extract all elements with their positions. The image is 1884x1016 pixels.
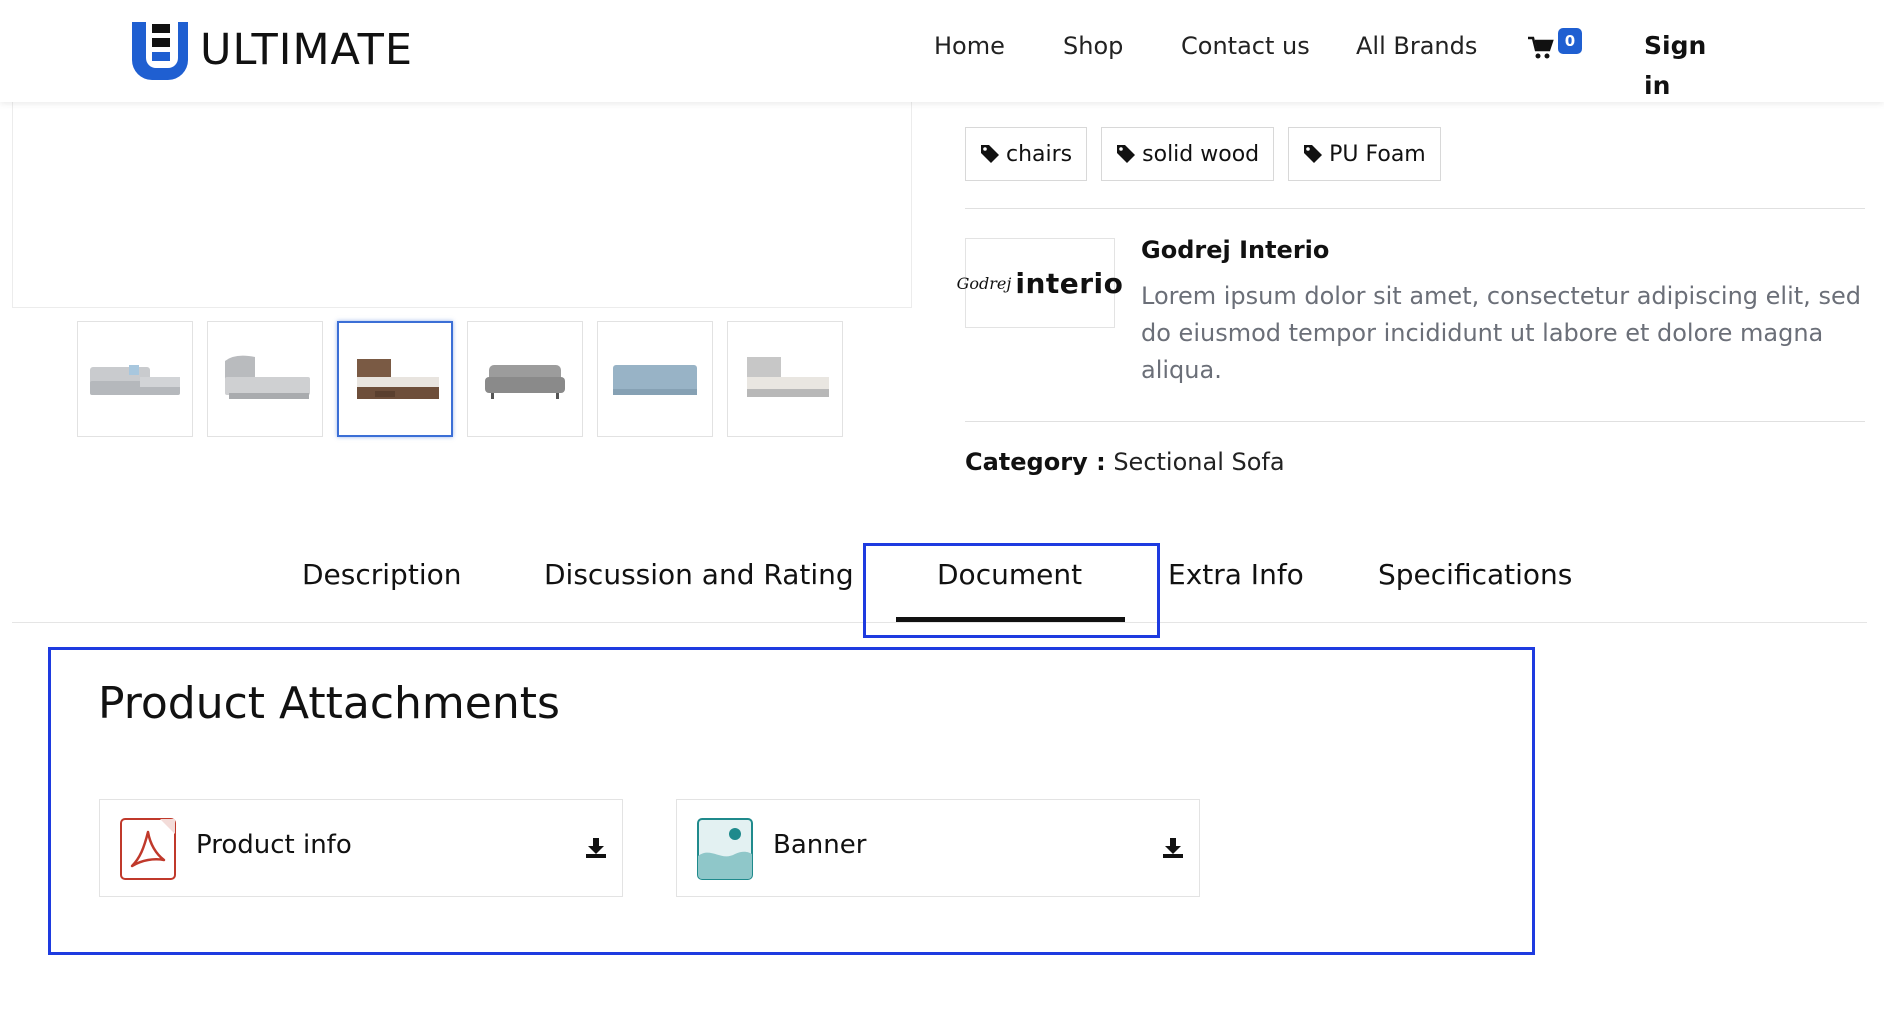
attachment-banner[interactable]: Banner: [676, 799, 1200, 897]
thumbnail-grey-sofa[interactable]: [467, 321, 583, 437]
nav-contact-us[interactable]: Contact us: [1181, 26, 1310, 66]
download-icon[interactable]: [584, 836, 608, 860]
nav-all-brands[interactable]: All Brands: [1356, 26, 1477, 66]
storage-bed-image: [357, 359, 439, 399]
product-category: Category : Sectional Sofa: [965, 448, 1285, 476]
attachments-title: Product Attachments: [98, 678, 560, 729]
sign-in-link[interactable]: Sign in: [1644, 26, 1706, 106]
brand-logo-script: Godrej: [956, 273, 1012, 293]
cart-button[interactable]: 0: [1528, 26, 1588, 66]
logo-icon: [132, 22, 188, 80]
pdf-icon: [120, 818, 176, 880]
download-icon[interactable]: [1161, 836, 1185, 860]
tufted-bed-image: [225, 355, 310, 399]
sectional-sofa-image: [90, 365, 180, 395]
tab-extra-info[interactable]: Extra Info: [1168, 558, 1304, 591]
grey-sofa-image: [485, 365, 565, 399]
tag-chairs[interactable]: chairs: [965, 127, 1088, 181]
brand-description: Lorem ipsum dolor sit amet, consectetur …: [1141, 282, 1861, 384]
thumbnail-tufted-bed[interactable]: [207, 321, 323, 437]
category-label: Category :: [965, 448, 1106, 476]
nav-home[interactable]: Home: [934, 26, 1005, 66]
image-file-icon: [697, 818, 753, 880]
tag-icon: [1304, 145, 1323, 163]
tag-label: PU Foam: [1329, 141, 1426, 167]
brand-name: Godrej Interio: [1141, 236, 1330, 264]
site-logo[interactable]: ULTIMATE: [128, 18, 413, 82]
product-main-image[interactable]: [12, 102, 912, 308]
tab-discussion-and-rating[interactable]: Discussion and Rating: [544, 558, 854, 591]
thumbnail-storage-bed[interactable]: [337, 321, 453, 437]
ottoman-image: [613, 365, 697, 395]
category-value[interactable]: Sectional Sofa: [1113, 448, 1284, 476]
grey-bed-image: [747, 357, 829, 397]
tag-label: chairs: [1006, 141, 1073, 167]
tag-icon: [1117, 145, 1136, 163]
tag-solid-wood[interactable]: solid wood: [1101, 127, 1275, 181]
brand-logo[interactable]: Godrej interio: [957, 238, 1123, 328]
tab-description[interactable]: Description: [302, 558, 461, 591]
active-tab-highlight: [863, 543, 1160, 638]
logo-text: ULTIMATE: [200, 25, 414, 75]
brand-logo-word: interio: [1015, 266, 1124, 300]
site-header: ULTIMATE Home Shop Contact us All Brands…: [0, 0, 1884, 102]
divider: [965, 208, 1865, 209]
divider: [965, 421, 1865, 422]
tab-specifications[interactable]: Specifications: [1378, 558, 1572, 591]
cart-icon: [1528, 36, 1554, 59]
product-tags: chairs solid wood PU Foam: [965, 127, 1455, 181]
attachment-name: Banner: [773, 830, 867, 860]
cart-count-badge: 0: [1558, 28, 1582, 54]
thumbnail-strip: [77, 321, 857, 437]
attachment-product-info[interactable]: Product info: [99, 799, 623, 897]
nav-shop[interactable]: Shop: [1063, 26, 1123, 66]
tag-pu-foam[interactable]: PU Foam: [1288, 127, 1441, 181]
tag-label: solid wood: [1142, 141, 1260, 167]
thumbnail-sectional-sofa[interactable]: [77, 321, 193, 437]
thumbnail-ottoman[interactable]: [597, 321, 713, 437]
tag-icon: [981, 145, 999, 163]
attachment-name: Product info: [196, 830, 352, 860]
thumbnail-grey-bed[interactable]: [727, 321, 843, 437]
